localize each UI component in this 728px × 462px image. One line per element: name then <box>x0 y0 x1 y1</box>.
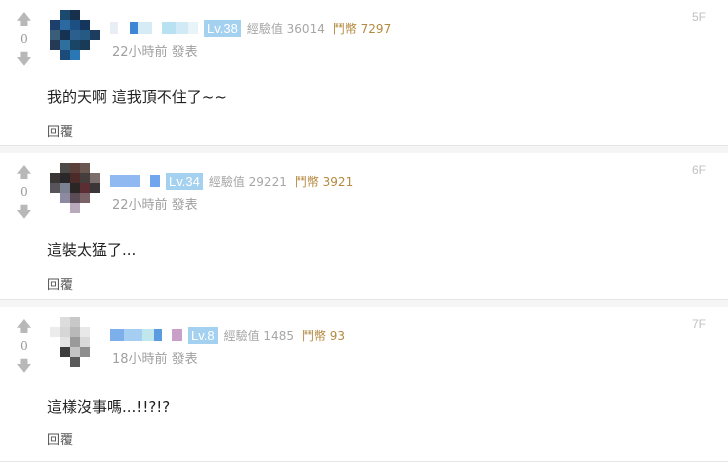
user-meta: Lv.34 經驗值 29221 鬥幣 3921 <box>110 171 353 191</box>
floor-number[interactable]: 5F <box>692 10 706 24</box>
upvote-icon[interactable]: 🡅 <box>14 10 34 28</box>
comment-card: 🡅 0 🡇 Lv.34 經驗值 29221 鬥幣 3921 22小時前 發表 6… <box>0 153 728 300</box>
vote-count: 0 <box>20 32 28 46</box>
downvote-icon[interactable]: 🡇 <box>14 357 34 375</box>
reply-button[interactable]: 回覆 <box>47 121 73 140</box>
post-time: 22小時前 發表 <box>112 45 198 60</box>
downvote-icon[interactable]: 🡇 <box>14 203 34 221</box>
reply-button[interactable]: 回覆 <box>47 429 73 448</box>
coin-count: 鬥幣 3921 <box>294 174 354 189</box>
comment-body: 這樣沒事嗎...!!?!? <box>47 398 171 416</box>
avatar[interactable] <box>50 10 100 60</box>
username[interactable] <box>110 20 198 36</box>
username[interactable] <box>110 173 160 189</box>
comment-body: 這裝太猛了... <box>47 241 137 259</box>
user-meta: Lv.8 經驗值 1485 鬥幣 93 <box>110 325 345 345</box>
downvote-icon[interactable]: 🡇 <box>14 50 34 68</box>
coin-count: 鬥幣 93 <box>301 328 346 343</box>
upvote-icon[interactable]: 🡅 <box>14 317 34 335</box>
level-badge: Lv.8 <box>188 326 218 344</box>
floor-number[interactable]: 6F <box>692 163 706 177</box>
vote-box: 🡅 0 🡇 <box>14 317 34 375</box>
username[interactable] <box>110 327 182 343</box>
vote-count: 0 <box>20 185 28 199</box>
level-badge: Lv.34 <box>166 172 203 190</box>
post-time: 22小時前 發表 <box>112 198 198 213</box>
comment-card: 🡅 0 🡇 Lv.38 經驗值 36014 鬥幣 7297 22小時前 發表 5… <box>0 0 728 146</box>
upvote-icon[interactable]: 🡅 <box>14 163 34 181</box>
experience-value: 經驗值 29221 <box>208 174 287 189</box>
comment-body: 我的天啊 這我頂不住了~~ <box>47 88 227 106</box>
avatar[interactable] <box>50 163 100 213</box>
level-badge: Lv.38 <box>204 19 241 37</box>
reply-button[interactable]: 回覆 <box>47 274 73 293</box>
vote-box: 🡅 0 🡇 <box>14 10 34 68</box>
coin-count: 鬥幣 7297 <box>332 21 392 36</box>
comment-card: 🡅 0 🡇 Lv.8 經驗值 1485 鬥幣 93 18小時前 發表 7F 這樣… <box>0 307 728 462</box>
vote-count: 0 <box>20 339 28 353</box>
floor-number[interactable]: 7F <box>692 317 706 331</box>
user-meta: Lv.38 經驗值 36014 鬥幣 7297 <box>110 18 391 38</box>
vote-box: 🡅 0 🡇 <box>14 163 34 221</box>
experience-value: 經驗值 1485 <box>223 328 294 343</box>
experience-value: 經驗值 36014 <box>246 21 325 36</box>
post-time: 18小時前 發表 <box>112 352 198 367</box>
avatar[interactable] <box>50 317 100 367</box>
